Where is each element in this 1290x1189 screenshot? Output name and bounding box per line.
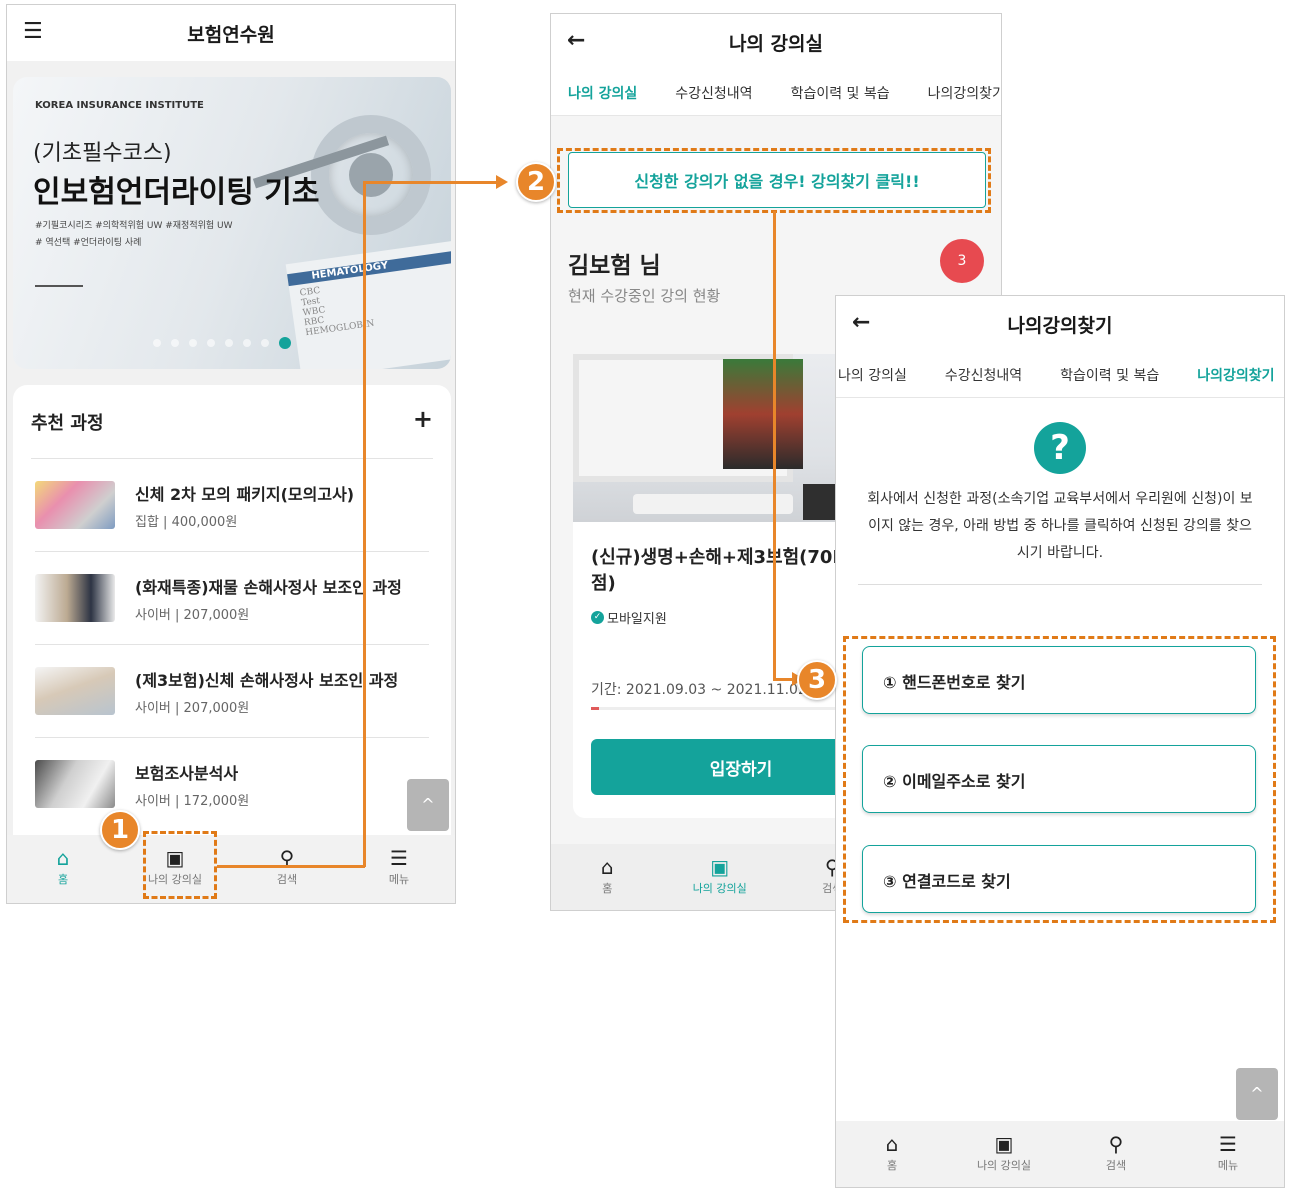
promo-banner[interactable]: HEMATOLOGY CBC Test WBC RBC HEMOGLOBIN KOREA… [13,77,451,369]
banner-tags: #기필코시리즈 #의학적위험 UW #재정적위험 UW [35,221,233,231]
course-thumbnail [35,481,115,529]
carousel-dots[interactable] [153,337,291,349]
nav-home[interactable]: ⌂ 홈 [836,1121,948,1173]
course-item[interactable]: (제3보험)신체 손해사정사 보조인 과정 사이버 | 207,000원 [35,645,429,738]
user-name: 김보험 님 [568,253,661,279]
app-header: ☰ 보험연수원 [7,5,455,61]
page-title: 보험연수원 [187,23,275,46]
nav-menu[interactable]: ☰메뉴 [1172,1121,1284,1173]
search-icon: ⚲ [1108,1132,1124,1156]
course-count-badge: 3 [940,239,984,283]
course-thumbnail [35,574,115,622]
app-header: ← 나의강의찾기 [836,296,1284,352]
tab-bar: 나의 강의실 수강신청내역 학습이력 및 복습 나의강의찾기 [551,70,1001,116]
user-status-subtitle: 현재 수강중인 강의 현황 [568,287,721,305]
progress-track [591,707,873,710]
course-title: 신체 2차 모의 패키지(모의고사) [135,485,355,504]
banner-arrow[interactable] [35,285,83,287]
step1-highlight [143,831,217,899]
back-arrow-icon[interactable]: ← [567,28,585,53]
banner-tags: # 역선택 #언더라이팅 사례 [35,238,142,248]
tab-enrollment-history[interactable]: 수강신청내역 [675,83,752,103]
classroom-icon: ▣ [994,1132,1014,1156]
bottom-nav: ⌂홈 ▣나의 강의실 ⚲검색 ☰메뉴 [836,1121,1284,1187]
recommended-section: 추천 과정 + 신체 2차 모의 패키지(모의고사) 집합 | 400,000원… [13,385,451,840]
scroll-top-button[interactable]: ^ [407,779,449,831]
course-meta: 집합 | 400,000원 [135,515,238,530]
section-title: 추천 과정 [31,413,104,434]
app-header: ← 나의 강의실 [551,14,1001,70]
nav-search[interactable]: ⚲ 검색 [231,835,343,887]
connector-line [363,181,366,867]
course-item[interactable]: 신체 2차 모의 패키지(모의고사) 집합 | 400,000원 [35,459,429,552]
course-item[interactable]: (화재특종)재물 손해사정사 보조인 과정 사이버 | 207,000원 [35,552,429,645]
home-screen: ☰ 보험연수원 HEMATOLOGY CBC Test WBC RBC HEMOGLOB… [6,4,456,904]
check-circle-icon: ✓ [591,611,604,624]
question-icon: ? [1034,422,1086,474]
course-period: 기간: 2021.09.03 ~ 2021.11.02 [591,682,807,698]
banner-subtitle: (기초필수코스) [33,141,172,166]
bottom-nav: ⌂홈 ▣나의 강의실 ⚲검색 ☰메뉴 [7,835,455,903]
course-meta: 사이버 | 172,000원 [135,794,250,809]
home-icon: ⌂ [56,846,70,870]
course-title: (제3보험)신체 손해사정사 보조인 과정 [135,671,399,690]
add-icon[interactable]: + [413,405,433,433]
connector-line [363,181,497,184]
page-title: 나의 강의실 [728,32,823,55]
nav-home[interactable]: ⌂ 홈 [7,835,119,887]
tab-learning-history[interactable]: 학습이력 및 복습 [791,83,890,103]
step3-highlight [843,636,1276,923]
home-icon: ⌂ [885,1132,899,1156]
course-meta: 사이버 | 207,000원 [135,608,250,623]
course-thumbnail [35,760,115,808]
course-title: (화재특종)재물 손해사정사 보조인 과정 [135,578,402,597]
connector-line [217,865,365,868]
nav-menu[interactable]: ☰메뉴 [343,835,455,887]
mobile-support: ✓ 모바일지원 [591,608,667,627]
tab-my-classroom[interactable]: 나의 강의실 [838,365,907,385]
back-arrow-icon[interactable]: ← [852,310,870,335]
banner-title: 인보험언더라이팅 기초 [33,175,320,210]
course-meta: 사이버 | 207,000원 [135,701,250,716]
tab-bar: 나의 강의실 수강신청내역 학습이력 및 복습 나의강의찾기 [836,352,1284,398]
help-description: 회사에서 신청한 과정(소속기업 교육부서에서 우리원에 신청)이 보이지 않는… [867,491,1253,561]
connector-line [773,211,776,680]
course-thumbnail [35,667,115,715]
tab-my-classroom[interactable]: 나의 강의실 [568,83,637,103]
tab-learning-history[interactable]: 학습이력 및 복습 [1060,365,1159,385]
classroom-icon: ▣ [710,855,730,879]
nav-search[interactable]: ⚲ 검색 [1060,1121,1172,1173]
nav-home[interactable]: ⌂ 홈 [551,844,664,896]
nav-my-classroom[interactable]: ▣ 나의 강의실 [664,844,777,896]
tab-find-course[interactable]: 나의강의찾기 [1197,365,1274,385]
banner-org: KOREA INSURANCE INSTITUTE [35,100,204,111]
course-image [573,354,873,522]
connector-line [773,678,793,681]
step-badge-2: 2 [516,162,556,202]
step-badge-1: 1 [100,810,140,850]
page-title: 나의강의찾기 [1007,314,1113,337]
nav-my-classroom[interactable]: ▣ 나의 강의실 [948,1121,1060,1173]
course-title: 보험조사분석사 [135,764,239,783]
tab-find-course[interactable]: 나의강의찾기 [928,83,1001,103]
lab-report-image: HEMATOLOGY CBC Test WBC RBC HEMOGLOBIN [285,240,451,369]
course-title: (신규)생명+손해+제3보험(70H 점) [591,547,848,594]
tab-enrollment-history[interactable]: 수강신청내역 [945,365,1022,385]
course-item[interactable]: 보험조사분석사 사이버 | 172,000원 [35,738,429,831]
home-icon: ⌂ [600,855,614,879]
hamburger-icon: ☰ [1219,1132,1237,1156]
connector-arrowhead [496,175,508,189]
step-badge-3: 3 [797,660,837,700]
hamburger-icon[interactable]: ☰ [23,19,43,44]
step2-highlight [557,148,991,213]
progress-fill [591,707,600,710]
scroll-top-button[interactable]: ^ [1236,1068,1278,1120]
